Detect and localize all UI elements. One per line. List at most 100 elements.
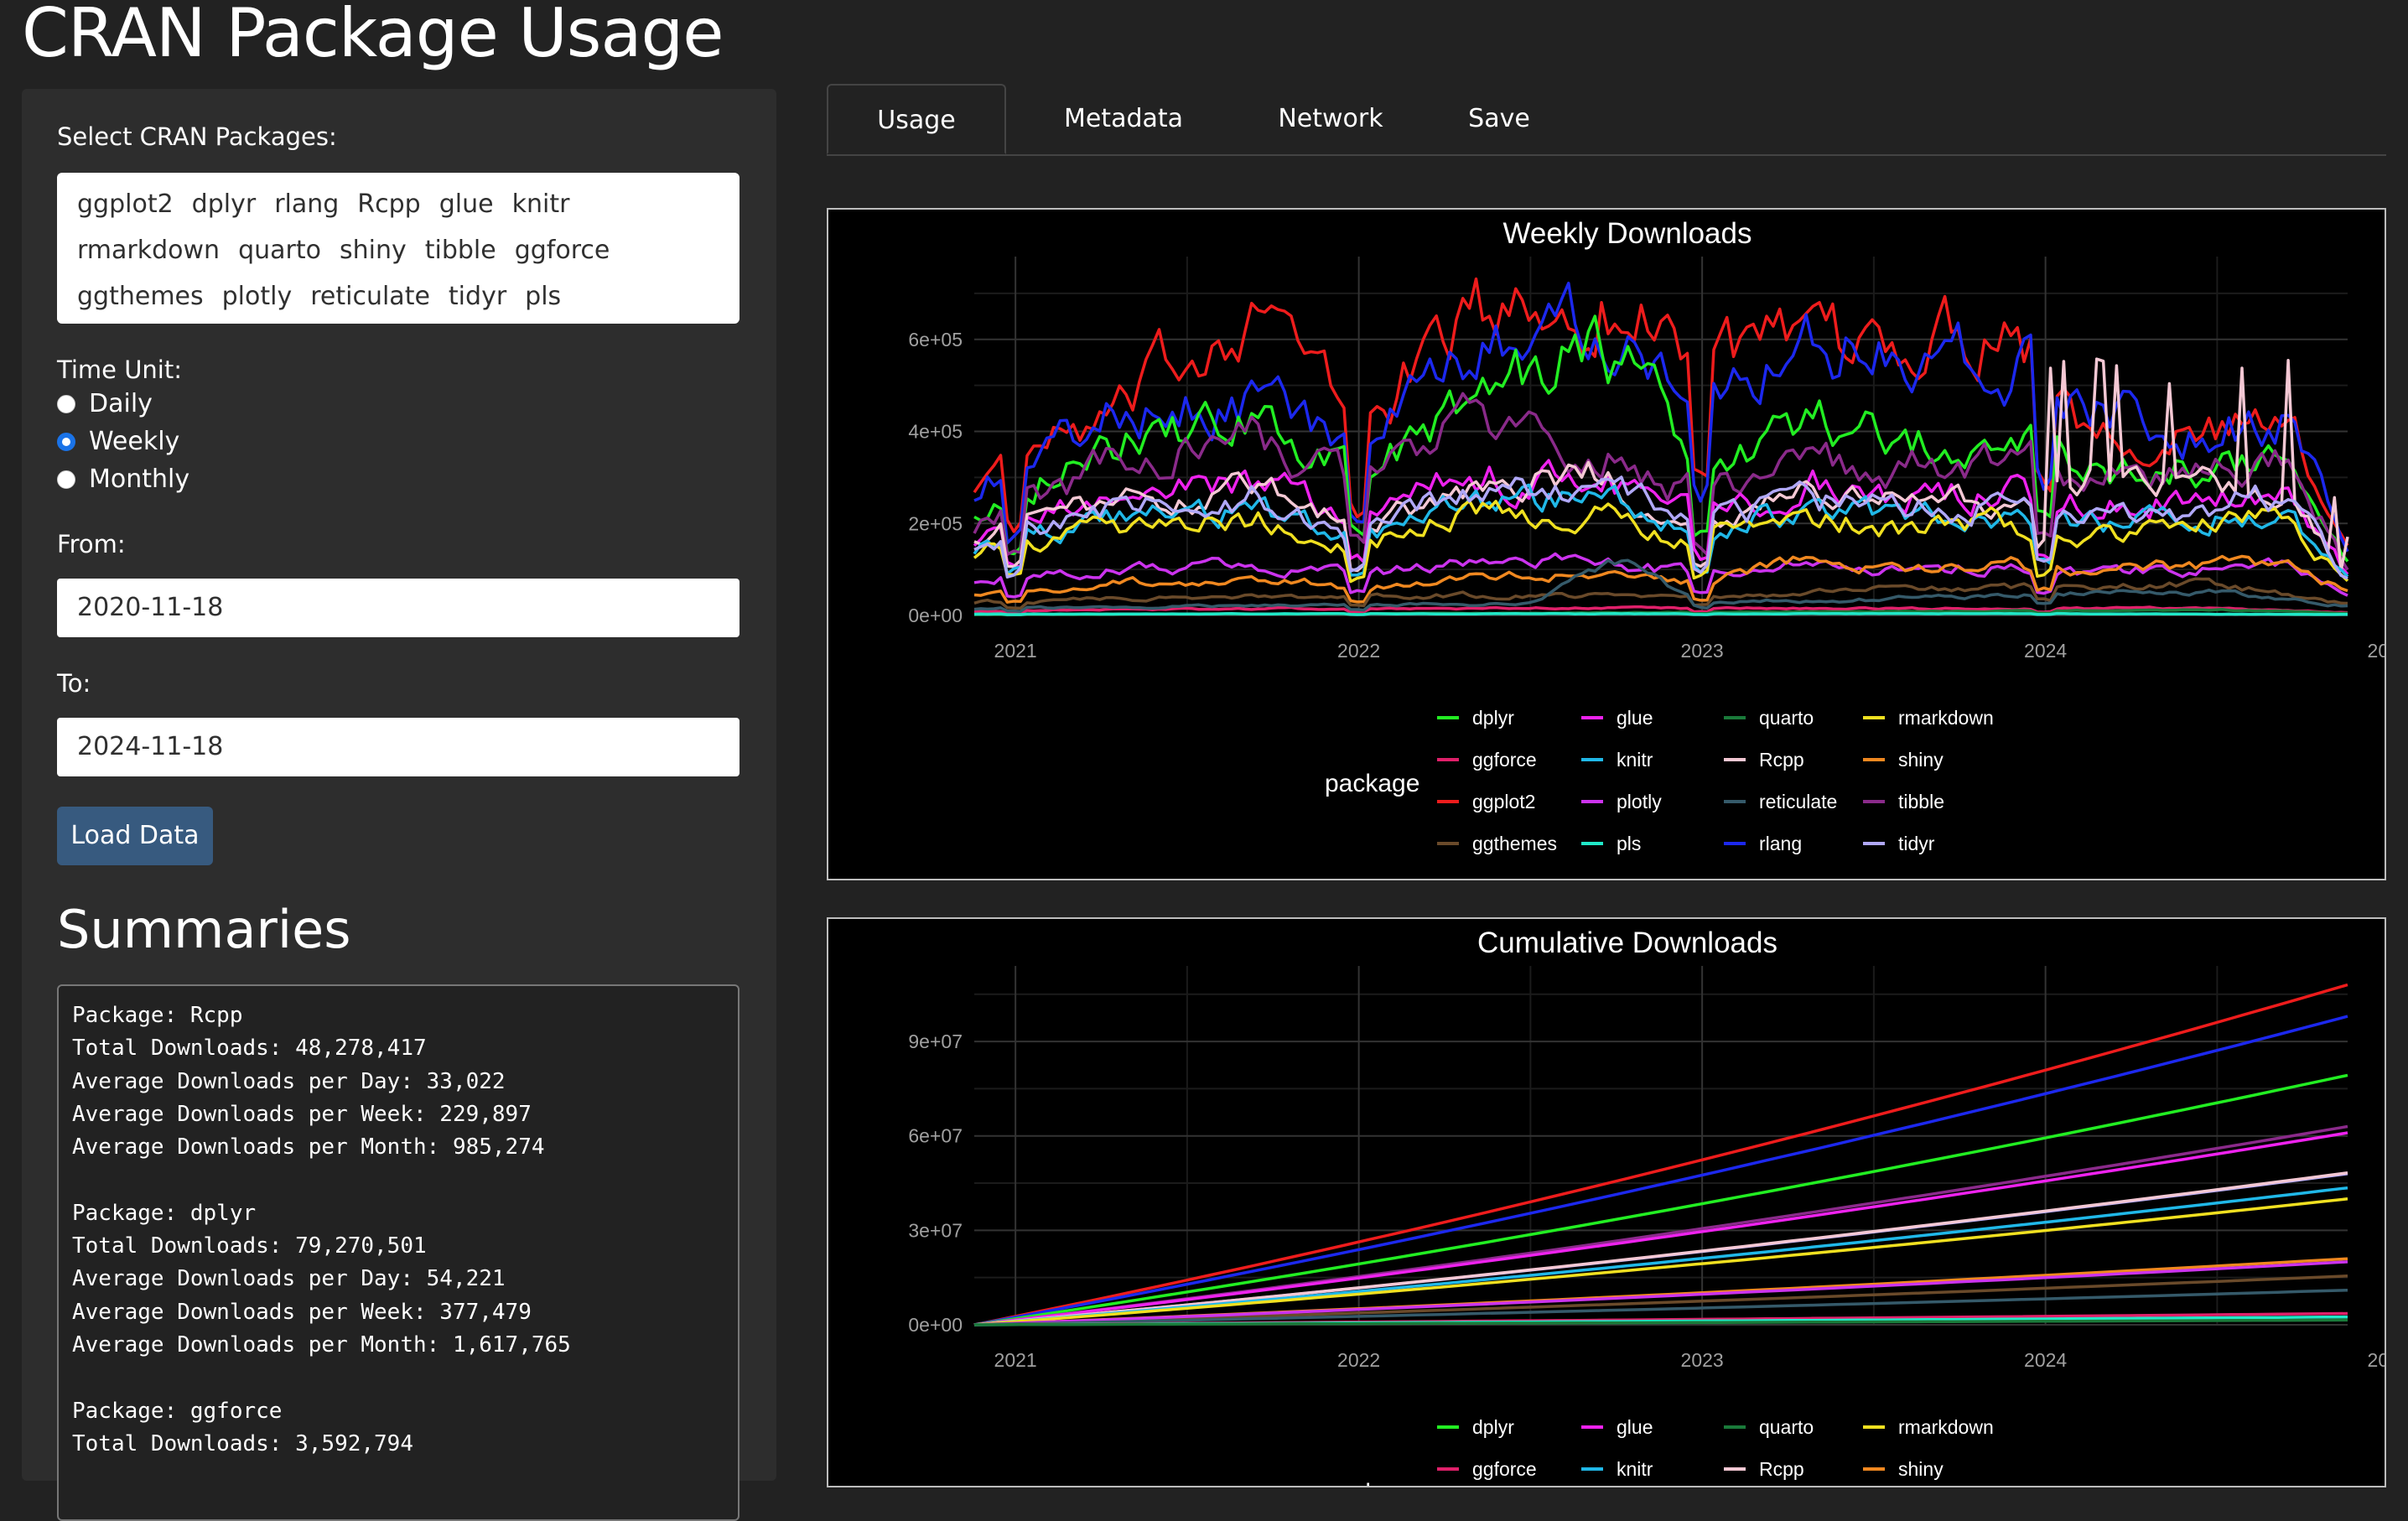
radio-circle[interactable] bbox=[57, 432, 75, 451]
radio-weekly[interactable]: Weekly bbox=[57, 427, 179, 456]
y-tick-label: 0e+00 bbox=[908, 1314, 963, 1336]
select-packages-label: Select CRAN Packages: bbox=[57, 122, 337, 151]
package-chip[interactable]: plotly bbox=[222, 277, 293, 316]
y-tick-label: 3e+07 bbox=[908, 1219, 963, 1241]
legend-label: quarto bbox=[1759, 707, 1814, 729]
package-select-input[interactable]: ggplot2 dplyr rlang Rcpp glue knitr rmarkdown q… bbox=[57, 173, 740, 324]
legend-label: tibble bbox=[1898, 791, 1944, 812]
package-chip[interactable]: shiny bbox=[340, 231, 407, 270]
series-line-pls bbox=[973, 611, 2348, 616]
legend-label: dplyr bbox=[1472, 1416, 1514, 1438]
chart-title: Cumulative Downloads bbox=[1477, 927, 1777, 959]
summary-line: Total Downloads: 48,278,417 bbox=[72, 1036, 427, 1062]
summary-line: Average Downloads per Month: 985,274 bbox=[72, 1134, 545, 1160]
summary-line: Package: Rcpp bbox=[72, 1003, 243, 1028]
legend-label: plotly bbox=[1617, 791, 1662, 812]
legend-label: rmarkdown bbox=[1898, 707, 1994, 729]
package-chip[interactable]: rlang bbox=[274, 184, 339, 224]
legend-label: pls bbox=[1617, 833, 1641, 854]
legend-label: ggforce bbox=[1472, 749, 1537, 771]
package-chip[interactable]: pls bbox=[525, 277, 561, 316]
legend-label: ggthemes bbox=[1472, 833, 1557, 854]
radio-label-monthly: Monthly bbox=[89, 465, 190, 494]
package-chip[interactable]: quarto bbox=[238, 231, 321, 270]
package-chip[interactable]: rmarkdown bbox=[77, 231, 220, 270]
legend-label: ggforce bbox=[1472, 1458, 1537, 1480]
legend-label: dplyr bbox=[1472, 707, 1514, 729]
legend-label: knitr bbox=[1617, 749, 1653, 771]
cumulative-downloads-plot: 0e+00 3e+07 6e+07 9e+07 2021 2022 2023 2024 2025… bbox=[827, 917, 2386, 1487]
x-tick-label: 2023 bbox=[1681, 1349, 1724, 1371]
to-date-input[interactable]: 2024-11-18 bbox=[57, 718, 740, 776]
summary-line: Package: ggforce bbox=[72, 1398, 283, 1424]
y-tick-label: 9e+07 bbox=[908, 1030, 963, 1052]
summary-line: Average Downloads per Day: 33,022 bbox=[72, 1068, 506, 1094]
y-tick-label: 2e+05 bbox=[908, 512, 963, 534]
radio-daily[interactable]: Daily bbox=[57, 389, 153, 418]
summary-line: Total Downloads: 79,270,501 bbox=[72, 1233, 427, 1259]
legend-label: glue bbox=[1617, 707, 1653, 729]
from-label: From: bbox=[57, 530, 126, 558]
legend-label: shiny bbox=[1898, 749, 1944, 771]
x-tick-label: 2022 bbox=[1337, 1349, 1380, 1371]
legend-title: package bbox=[1325, 1479, 1419, 1486]
to-label: To: bbox=[57, 669, 91, 698]
y-tick-label: 6e+07 bbox=[908, 1125, 963, 1147]
package-chip[interactable]: tidyr bbox=[449, 277, 506, 316]
legend-label: tidyr bbox=[1898, 833, 1935, 854]
y-tick-label: 0e+00 bbox=[908, 605, 963, 626]
legend-label: knitr bbox=[1617, 1458, 1653, 1480]
x-tick-label: 2025 bbox=[2368, 1349, 2385, 1371]
tab-metadata[interactable]: Metadata bbox=[1025, 84, 1222, 154]
y-tick-label: 4e+05 bbox=[908, 421, 963, 443]
x-tick-label: 2024 bbox=[2024, 640, 2067, 662]
package-chip[interactable]: tibble bbox=[425, 231, 496, 270]
summary-line: Average Downloads per Month: 1,617,765 bbox=[72, 1332, 571, 1357]
x-tick-label: 2022 bbox=[1337, 640, 1380, 662]
load-data-button[interactable]: Load Data bbox=[57, 807, 213, 865]
package-chip[interactable]: Rcpp bbox=[357, 184, 420, 224]
package-chip[interactable]: dplyr bbox=[192, 184, 257, 224]
tab-save[interactable]: Save bbox=[1435, 84, 1563, 154]
legend-label: ggplot2 bbox=[1472, 791, 1535, 812]
series-line-ggplot2 bbox=[973, 277, 2349, 547]
x-tick-label: 2023 bbox=[1681, 640, 1724, 662]
legend-label: quarto bbox=[1759, 1416, 1814, 1438]
y-tick-label: 6e+05 bbox=[908, 329, 963, 350]
legend-label: Rcpp bbox=[1759, 749, 1804, 771]
legend-label: reticulate bbox=[1759, 791, 1837, 812]
package-chip[interactable]: ggplot2 bbox=[77, 184, 174, 224]
summary-line: Package: dplyr bbox=[72, 1200, 257, 1226]
chart-title: Weekly Downloads bbox=[1503, 217, 1752, 250]
legend-label: Rcpp bbox=[1759, 1458, 1804, 1480]
legend-label: rmarkdown bbox=[1898, 1416, 1994, 1438]
summary-line: Average Downloads per Week: 377,479 bbox=[72, 1299, 532, 1325]
radio-monthly[interactable]: Monthly bbox=[57, 465, 189, 494]
summary-line bbox=[72, 1362, 724, 1394]
radio-label-daily: Daily bbox=[89, 389, 153, 418]
tab-bar: Usage Metadata Network Save bbox=[827, 84, 2386, 156]
package-chip[interactable]: reticulate bbox=[310, 277, 430, 316]
weekly-downloads-plot: 0e+00 2e+05 4e+05 6e+05 2021 2022 2023 2024 2025… bbox=[827, 208, 2386, 880]
radio-label-weekly: Weekly bbox=[89, 427, 180, 456]
package-chip[interactable]: ggthemes bbox=[77, 277, 204, 316]
tab-usage[interactable]: Usage bbox=[827, 84, 1006, 154]
radio-circle[interactable] bbox=[57, 470, 75, 489]
app-title: CRAN Package Usage bbox=[22, 0, 724, 72]
summary-line: Average Downloads per Week: 229,897 bbox=[72, 1101, 532, 1127]
weekly-downloads-chart: 0e+00 2e+05 4e+05 6e+05 2021 2022 2023 2024 2025… bbox=[908, 217, 2385, 854]
x-tick-label: 2025 bbox=[2368, 640, 2385, 662]
radio-circle[interactable] bbox=[57, 394, 75, 413]
cumulative-downloads-chart: 0e+00 3e+07 6e+07 9e+07 2021 2022 2023 2024 2025… bbox=[908, 927, 2385, 1486]
package-chip[interactable]: knitr bbox=[512, 184, 570, 224]
package-chip[interactable]: ggforce bbox=[515, 231, 610, 270]
summary-output[interactable]: Package: Rcpp Total Downloads: 48,278,417… bbox=[57, 984, 740, 1521]
package-chip[interactable]: glue bbox=[439, 184, 494, 224]
summary-line: Total Downloads: 3,592,794 bbox=[72, 1430, 413, 1456]
tab-network[interactable]: Network bbox=[1239, 84, 1422, 154]
summary-line bbox=[72, 1164, 724, 1197]
legend-title: package bbox=[1325, 770, 1419, 797]
from-date-input[interactable]: 2020-11-18 bbox=[57, 579, 740, 637]
summary-line: Average Downloads per Day: 54,221 bbox=[72, 1266, 506, 1292]
time-unit-label: Time Unit: bbox=[57, 356, 182, 384]
